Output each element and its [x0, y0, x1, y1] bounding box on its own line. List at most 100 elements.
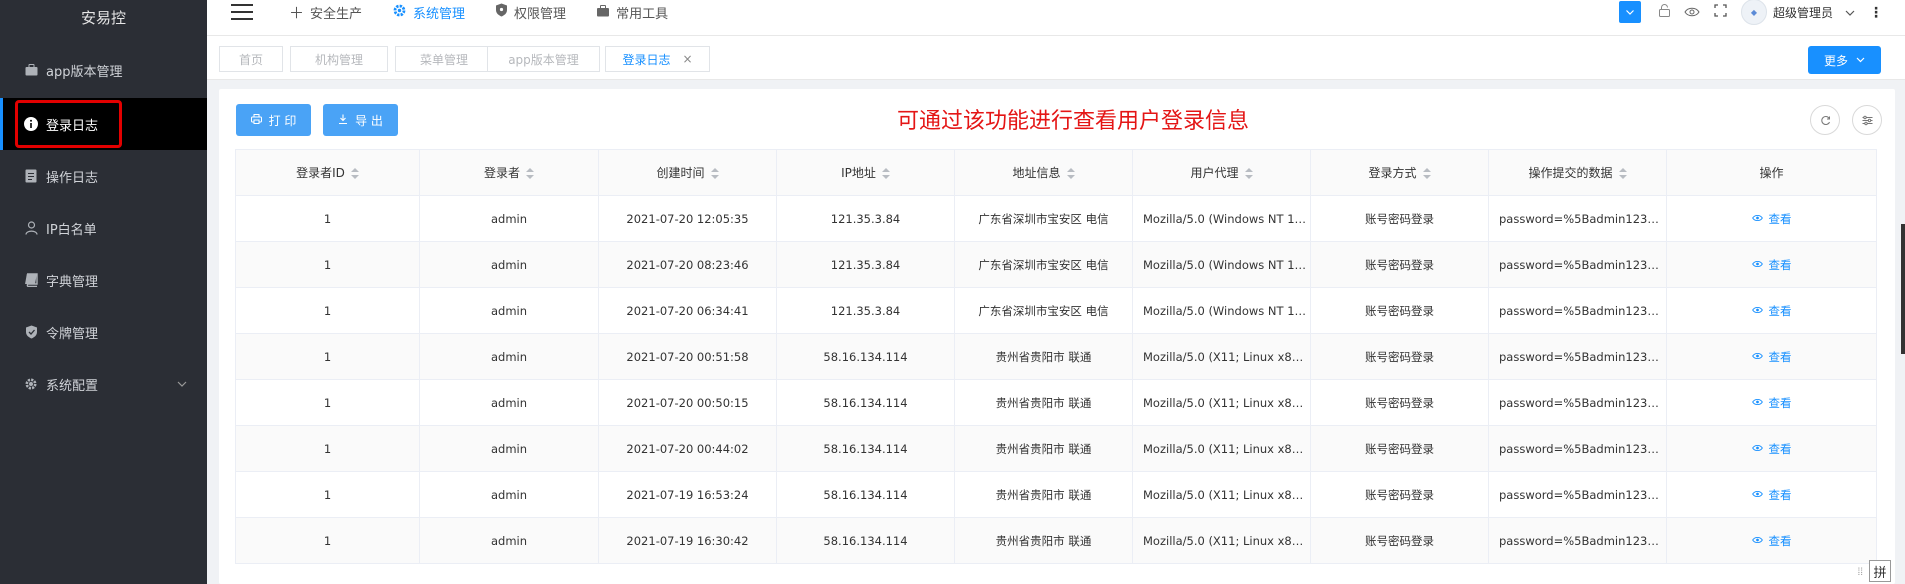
- eye-icon: [1751, 258, 1763, 271]
- fullscreen-icon[interactable]: [1714, 4, 1727, 20]
- sort-icon[interactable]: [1618, 167, 1627, 180]
- more-vertical-icon[interactable]: ⋮: [1869, 4, 1883, 21]
- tab-home[interactable]: 首页: [219, 46, 283, 72]
- tab-label: 首页: [238, 52, 263, 67]
- shield-icon: [495, 3, 508, 21]
- chevron-down-icon[interactable]: [177, 376, 187, 391]
- column-header[interactable]: 登录者ID: [235, 149, 420, 196]
- table-cell: 账号密码登录: [1310, 425, 1489, 472]
- column-label: 登录者: [483, 166, 520, 180]
- dropdown-toggle-button[interactable]: [1618, 1, 1641, 23]
- eye-icon: [1751, 396, 1763, 409]
- eye-icon[interactable]: [1684, 5, 1700, 20]
- table-cell: 58.16.134.114: [776, 425, 955, 472]
- view-button[interactable]: 查看: [1751, 303, 1792, 319]
- sidebar-item-label: 登录日志: [46, 118, 99, 134]
- sort-icon[interactable]: [710, 167, 719, 180]
- nav-permission-management[interactable]: 权限管理: [495, 3, 566, 22]
- view-button[interactable]: 查看: [1751, 349, 1792, 365]
- sort-icon[interactable]: [1066, 167, 1075, 180]
- table-cell-action: 查看: [1666, 425, 1877, 472]
- sort-icon[interactable]: [881, 167, 890, 180]
- column-header[interactable]: 用户代理: [1132, 149, 1311, 196]
- table-cell: 账号密码登录: [1310, 195, 1489, 242]
- tab-app-version[interactable]: app版本管理: [487, 46, 600, 72]
- table-cell: 121.35.3.84: [776, 195, 955, 242]
- close-icon[interactable]: ×: [682, 52, 692, 66]
- scrollbar-thumb[interactable]: [1901, 224, 1905, 354]
- export-button[interactable]: 导 出: [323, 104, 398, 136]
- tab-login-log[interactable]: 登录日志 ×: [605, 46, 710, 72]
- chevron-down-icon: [1856, 55, 1865, 66]
- sidebar-item-ip-whitelist[interactable]: IP白名单: [0, 202, 207, 254]
- view-button[interactable]: 查看: [1751, 533, 1792, 549]
- nav-safety-production[interactable]: ＋ 安全生产: [289, 2, 362, 23]
- table-cell-action: 查看: [1666, 195, 1877, 242]
- column-settings-icon[interactable]: [1852, 105, 1882, 135]
- sidebar-item-dictionary[interactable]: 字典管理: [0, 254, 207, 306]
- tab-label: 登录日志: [622, 52, 671, 67]
- sort-icon[interactable]: [1244, 167, 1253, 180]
- column-header[interactable]: 登录方式: [1310, 149, 1489, 196]
- more-button[interactable]: 更多: [1808, 46, 1881, 74]
- column-header[interactable]: 操作提交的数据: [1488, 149, 1667, 196]
- sort-icon[interactable]: [350, 167, 359, 180]
- column-header[interactable]: 登录者: [419, 149, 599, 196]
- column-header[interactable]: 创建时间: [598, 149, 777, 196]
- nav-common-tools[interactable]: 常用工具: [596, 3, 668, 22]
- nav-system-management[interactable]: 系统管理: [392, 3, 465, 22]
- column-label: 地址信息: [1012, 166, 1061, 180]
- column-label: 登录者ID: [296, 166, 345, 180]
- sort-icon[interactable]: [1422, 167, 1431, 180]
- briefcase-icon: [596, 3, 610, 21]
- tabs-bar: 首页 机构管理 菜单管理 app版本管理 登录日志 × 更多: [207, 36, 1905, 80]
- table-cell: admin: [419, 287, 599, 334]
- table-cell: 2021-07-20 00:51:58: [598, 333, 777, 380]
- sidebar-item-login-log[interactable]: 登录日志: [0, 98, 207, 150]
- refresh-icon[interactable]: [1810, 105, 1840, 135]
- nav-label: 权限管理: [514, 6, 567, 22]
- briefcase-icon: [24, 63, 38, 77]
- view-button[interactable]: 查看: [1751, 395, 1792, 411]
- eye-icon: [1751, 350, 1763, 363]
- menu-toggle-icon[interactable]: [231, 4, 253, 20]
- table-row: 1 admin 2021-07-20 08:23:46 121.35.3.84 广东省深…: [235, 241, 1877, 288]
- view-button[interactable]: 查看: [1751, 487, 1792, 503]
- column-header[interactable]: 地址信息: [954, 149, 1133, 196]
- user-menu[interactable]: ◆ 超级管理员: [1740, 0, 1855, 25]
- table-cell: password=%5Badmin123%5...: [1488, 471, 1667, 518]
- view-label: 查看: [1768, 211, 1792, 226]
- sidebar-item-system-config[interactable]: 系统配置: [0, 358, 207, 410]
- column-header[interactable]: IP地址: [776, 149, 955, 196]
- view-button[interactable]: 查看: [1751, 211, 1792, 227]
- sort-icon[interactable]: [526, 167, 534, 180]
- table-cell: Mozilla/5.0 (X11; Linux x86_...: [1132, 471, 1311, 518]
- sidebar-item-operation-log[interactable]: 操作日志: [0, 150, 207, 202]
- table-cell: 广东省深圳市宝安区 电信: [954, 287, 1133, 334]
- table-cell: 2021-07-20 06:34:41: [598, 287, 777, 334]
- info-icon: [24, 117, 38, 131]
- table-cell: 121.35.3.84: [776, 287, 955, 334]
- view-button[interactable]: 查看: [1751, 257, 1792, 273]
- sidebar-item-app-version[interactable]: app版本管理: [0, 44, 207, 96]
- nav-label: 常用工具: [616, 6, 669, 22]
- table-row: 1 admin 2021-07-20 12:05:35 121.35.3.84 广东省深…: [235, 195, 1877, 242]
- print-button[interactable]: 打 印: [236, 104, 311, 136]
- view-button[interactable]: 查看: [1751, 441, 1792, 457]
- table-cell: password=%5Badmin123%5...: [1488, 195, 1667, 242]
- table-cell: 账号密码登录: [1310, 517, 1489, 564]
- tab-menu-management[interactable]: 菜单管理: [395, 46, 493, 72]
- table-cell: 2021-07-19 16:53:24: [598, 471, 777, 518]
- table-cell-action: 查看: [1666, 471, 1877, 518]
- lock-icon[interactable]: [1658, 4, 1670, 20]
- table-cell: 账号密码登录: [1310, 471, 1489, 518]
- page-scrollbar[interactable]: [1895, 89, 1905, 584]
- tab-org-management[interactable]: 机构管理: [290, 46, 388, 72]
- table-cell-action: 查看: [1666, 517, 1877, 564]
- table-cell: 账号密码登录: [1310, 379, 1489, 426]
- sidebar-item-token[interactable]: 令牌管理: [0, 306, 207, 358]
- tab-label: 菜单管理: [419, 52, 468, 67]
- ime-indicator[interactable]: 拼: [1869, 560, 1891, 582]
- sidebar: 安易控 app版本管理 登录日志 操作日志 IP白名单 字典管理 令牌管理 系统…: [0, 0, 207, 584]
- table-cell: 58.16.134.114: [776, 333, 955, 380]
